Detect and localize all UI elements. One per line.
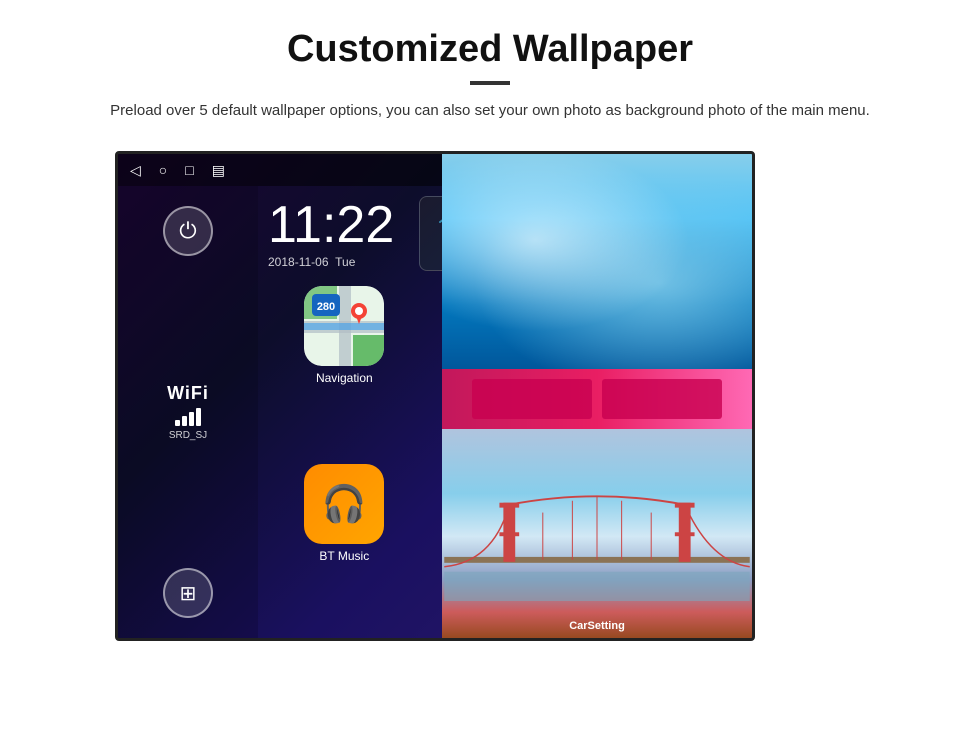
wifi-bar-2 bbox=[182, 416, 187, 426]
wifi-ssid: SRD_SJ bbox=[167, 430, 209, 441]
wallpaper-panel: CarSetting bbox=[442, 154, 752, 641]
back-nav-icon[interactable]: ◁ bbox=[130, 162, 141, 179]
pink-bar-1 bbox=[472, 379, 592, 419]
bt-music-icon: 🎧 bbox=[304, 464, 384, 544]
wifi-label: WiFi bbox=[167, 383, 209, 404]
page-header: Customized Wallpaper Preload over 5 defa… bbox=[0, 0, 980, 141]
wifi-bars bbox=[167, 408, 209, 426]
carsetting-label: CarSetting bbox=[569, 620, 625, 632]
bt-music-glyph: 🎧 bbox=[322, 483, 367, 525]
wallpaper-ice[interactable] bbox=[442, 154, 752, 369]
clock-date: 2018-11-06 Tue bbox=[268, 255, 394, 269]
home-nav-icon[interactable]: ○ bbox=[159, 162, 167, 178]
wifi-bar-4 bbox=[196, 408, 201, 426]
wallpaper-bridge[interactable]: CarSetting bbox=[442, 429, 752, 641]
title-divider bbox=[470, 81, 510, 85]
device-container: ◁ ○ □ ▤ 📍 ▲ 11:22 ⏻ WiFi bbox=[115, 151, 925, 641]
bt-music-label: BT Music bbox=[319, 549, 369, 563]
navigation-label: Navigation bbox=[316, 371, 373, 385]
clock-widget: 11:22 2018-11-06 Tue bbox=[268, 199, 394, 269]
left-sidebar: ⏻ WiFi SRD_SJ ⊞ bbox=[118, 186, 258, 638]
ice-texture bbox=[442, 154, 752, 369]
wifi-bar-3 bbox=[189, 412, 194, 426]
svg-text:280: 280 bbox=[317, 301, 335, 313]
android-screen: ◁ ○ □ ▤ 📍 ▲ 11:22 ⏻ WiFi bbox=[115, 151, 755, 641]
navigation-icon: 280 bbox=[304, 286, 384, 366]
power-button[interactable]: ⏻ bbox=[163, 206, 213, 256]
pink-bar-2 bbox=[602, 379, 722, 419]
recents-nav-icon[interactable]: □ bbox=[185, 162, 193, 178]
page-title: Customized Wallpaper bbox=[60, 28, 920, 71]
status-bar-left: ◁ ○ □ ▤ bbox=[130, 162, 225, 179]
screenshot-nav-icon[interactable]: ▤ bbox=[212, 162, 225, 179]
app-bt-music[interactable]: 🎧 BT Music bbox=[268, 464, 421, 634]
clock-time: 11:22 bbox=[268, 199, 394, 251]
app-navigation[interactable]: 280 Navigation bbox=[268, 286, 421, 456]
apps-grid-icon: ⊞ bbox=[180, 581, 197, 606]
wifi-bar-1 bbox=[175, 420, 180, 426]
bridge-svg bbox=[442, 483, 752, 601]
power-icon: ⏻ bbox=[179, 218, 196, 244]
page-description: Preload over 5 default wallpaper options… bbox=[60, 99, 920, 123]
wifi-widget: WiFi SRD_SJ bbox=[167, 383, 209, 441]
wallpaper-pink[interactable] bbox=[442, 369, 752, 429]
all-apps-button[interactable]: ⊞ bbox=[163, 568, 213, 618]
